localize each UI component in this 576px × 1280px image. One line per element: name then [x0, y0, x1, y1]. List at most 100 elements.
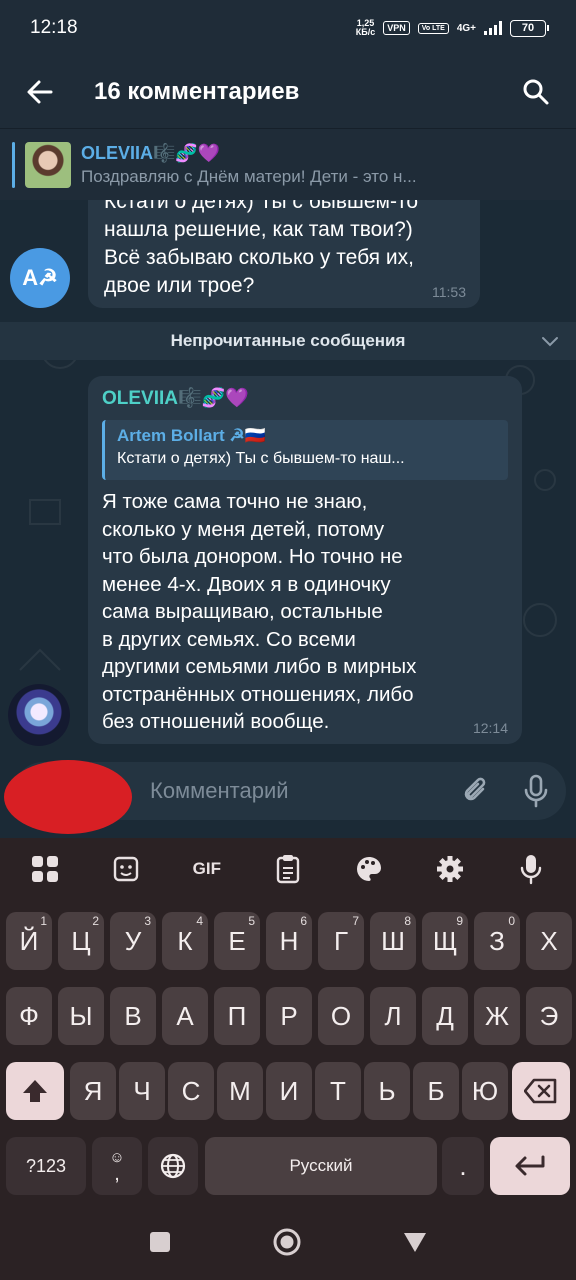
key-r2-5[interactable]: Р [266, 987, 312, 1045]
key-r3-7[interactable]: Б [413, 1062, 459, 1120]
key-r2-1[interactable]: Ы [58, 987, 104, 1045]
shift-key[interactable] [6, 1062, 64, 1120]
unread-messages-divider: Непрочитанные сообщения [0, 322, 576, 360]
enter-arrow-icon [515, 1155, 545, 1176]
voice-input-icon[interactable] [507, 845, 555, 893]
key-label: В [124, 1000, 142, 1031]
back-button[interactable] [0, 56, 80, 128]
key-r3-2[interactable]: С [168, 1062, 214, 1120]
key-r3-5[interactable]: Т [315, 1062, 361, 1120]
previous-message-time: 11:53 [432, 284, 466, 300]
gif-button[interactable]: GIF [183, 845, 231, 893]
settings-gear-icon[interactable] [426, 845, 474, 893]
clipboard-icon[interactable] [264, 845, 312, 893]
app-header: 16 комментариев [0, 56, 576, 128]
key-r3-0[interactable]: Я [70, 1062, 116, 1120]
attach-button[interactable] [446, 762, 506, 820]
key-r2-4[interactable]: П [214, 987, 260, 1045]
key-r1-7[interactable]: Ш8 [370, 912, 416, 970]
back-triangle-icon[interactable] [402, 1230, 428, 1254]
key-label: Ф [19, 1000, 39, 1031]
pinned-accent-bar [12, 141, 15, 188]
avatar-initials: A☭ [22, 265, 58, 290]
key-r1-5[interactable]: Н6 [266, 912, 312, 970]
key-label: Т [330, 1075, 346, 1106]
status-time: 12:18 [30, 17, 78, 38]
key-r2-10[interactable]: Э [526, 987, 572, 1045]
home-circle-icon[interactable] [272, 1227, 302, 1257]
key-r2-0[interactable]: Ф [6, 987, 52, 1045]
avatar[interactable] [8, 684, 70, 746]
unread-label: Непрочитанные сообщения [170, 331, 406, 350]
key-r1-2[interactable]: У3 [110, 912, 156, 970]
voice-button[interactable] [506, 762, 566, 820]
key-r2-2[interactable]: В [110, 987, 156, 1045]
key-r1-6[interactable]: Г7 [318, 912, 364, 970]
pinned-text: OLEVIIA🎼🧬💜 Поздравляю с Днём матери! Дет… [81, 143, 417, 187]
key-r3-1[interactable]: Ч [119, 1062, 165, 1120]
key-r1-4[interactable]: Е5 [214, 912, 260, 970]
key-label: С [181, 1075, 201, 1106]
post-thumbnail [25, 141, 71, 188]
previous-message-text: Кстати о детях) Ты с бывшем-то нашла реш… [104, 200, 419, 297]
key-hint: 4 [196, 914, 203, 928]
key-label: П [227, 1000, 247, 1031]
message-author[interactable]: OLEVIIA🎼🧬💜 [102, 386, 508, 410]
comment-input[interactable]: Комментарий [150, 778, 289, 804]
system-nav-bar [0, 1204, 576, 1280]
message-bubble-previous[interactable]: Кстати о детях) Ты с бывшем-то нашла реш… [88, 200, 480, 308]
palette-icon[interactable] [345, 845, 393, 893]
key-r1-1[interactable]: Ц2 [58, 912, 104, 970]
apps-grid-icon[interactable] [21, 845, 69, 893]
key-hint: 8 [404, 914, 411, 928]
chevron-down-icon[interactable] [540, 332, 560, 350]
key-label: Б [427, 1075, 445, 1106]
key-label: Й [19, 925, 39, 956]
language-key[interactable] [148, 1137, 198, 1195]
key-label: М [229, 1075, 251, 1106]
key-r3-4[interactable]: И [266, 1062, 312, 1120]
key-label: З [489, 925, 505, 956]
pinned-author: OLEVIIA🎼🧬💜 [81, 142, 221, 163]
key-r2-7[interactable]: Л [370, 987, 416, 1045]
volte-icon: Vo LTE [417, 22, 449, 34]
key-r2-8[interactable]: Д [422, 987, 468, 1045]
message-bubble[interactable]: OLEVIIA🎼🧬💜 Artem Bollart ☭🇷🇺 Кстати о де… [88, 376, 522, 744]
key-r1-0[interactable]: Й1 [6, 912, 52, 970]
sticker-icon[interactable] [102, 845, 150, 893]
enter-key[interactable] [490, 1137, 570, 1195]
key-label: Л [384, 1000, 402, 1031]
key-r1-8[interactable]: Щ9 [422, 912, 468, 970]
key-r3-8[interactable]: Ю [462, 1062, 508, 1120]
key-label: Ю [471, 1075, 499, 1106]
comma-label: , [114, 1162, 120, 1185]
original-post-preview[interactable]: OLEVIIA🎼🧬💜 Поздравляю с Днём матери! Дет… [0, 128, 576, 200]
key-hint: 5 [248, 914, 255, 928]
reply-text: Кстати о детях) Ты с бывшем-то наш... [117, 450, 405, 467]
key-r3-6[interactable]: Ь [364, 1062, 410, 1120]
space-key[interactable]: Русский [205, 1137, 437, 1195]
key-r1-9[interactable]: З0 [474, 912, 520, 970]
recents-square-icon[interactable] [148, 1230, 172, 1254]
key-label: Ц [71, 925, 91, 956]
symbols-key[interactable]: ?123 [6, 1137, 86, 1195]
key-hint: 2 [92, 914, 99, 928]
backspace-key[interactable] [512, 1062, 570, 1120]
key-label: Ж [484, 1000, 509, 1031]
key-hint: 6 [300, 914, 307, 928]
backspace-icon [524, 1078, 557, 1104]
reply-author: Artem Bollart ☭🇷🇺 [117, 426, 266, 445]
key-r2-9[interactable]: Ж [474, 987, 520, 1045]
status-icons: 1,25 КБ/с VPN Vo LTE 4G+ 70 [356, 19, 549, 37]
key-r1-3[interactable]: К4 [162, 912, 208, 970]
emoji-comma-key[interactable]: ☺ , [92, 1137, 142, 1195]
search-button[interactable] [496, 56, 576, 128]
key-r2-6[interactable]: О [318, 987, 364, 1045]
keyboard-toolbar: GIF [0, 838, 576, 900]
key-r1-10[interactable]: Х [526, 912, 572, 970]
period-key[interactable]: . [442, 1137, 484, 1195]
avatar[interactable]: A☭ [10, 248, 70, 308]
key-r2-3[interactable]: А [162, 987, 208, 1045]
key-r3-3[interactable]: М [217, 1062, 263, 1120]
reply-quote[interactable]: Artem Bollart ☭🇷🇺 Кстати о детях) Ты с б… [102, 420, 508, 480]
